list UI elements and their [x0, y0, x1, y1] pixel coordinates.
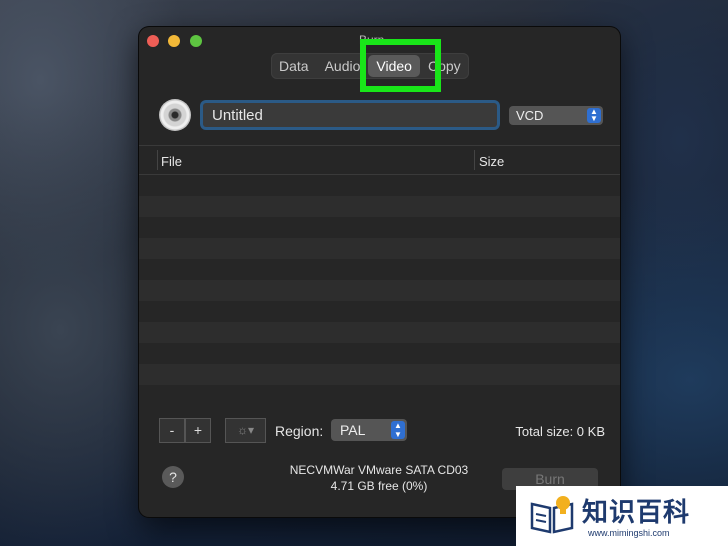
disc-title-input[interactable] — [203, 103, 497, 127]
chevron-updown-icon: ▲ ▼ — [391, 421, 405, 439]
column-divider — [157, 150, 158, 170]
column-size[interactable]: Size — [479, 154, 504, 169]
minimize-button[interactable] — [168, 35, 180, 47]
tab-audio[interactable]: Audio — [317, 53, 369, 79]
tab-data[interactable]: Data — [271, 53, 317, 79]
help-button[interactable]: ? — [162, 466, 184, 488]
file-list-header: File Size — [139, 145, 620, 175]
device-name: NECVMWar VMware SATA CD03 — [289, 463, 469, 477]
watermark: 知识百科 www.mimingshi.com — [516, 486, 728, 546]
column-file[interactable]: File — [161, 154, 182, 169]
remove-button[interactable]: - — [159, 418, 185, 443]
region-label: Region: — [275, 423, 324, 439]
disc-icon — [159, 99, 191, 131]
add-button[interactable]: + — [185, 418, 211, 443]
close-button[interactable] — [147, 35, 159, 47]
action-menu-button[interactable]: ☼▾ — [225, 418, 266, 443]
watermark-title: 知识百科 — [582, 498, 691, 528]
burn-window: Burn Data Audio Video Copy VCD ▲▼ File S… — [139, 27, 620, 517]
column-divider — [474, 150, 475, 170]
total-size: Total size: 0 KB — [515, 424, 605, 439]
region-select-value: PAL — [340, 422, 366, 438]
device-free-space: 4.71 GB free (0%) — [330, 479, 428, 493]
zoom-button[interactable] — [190, 35, 202, 47]
tab-bar: Data Audio Video Copy — [271, 53, 469, 79]
book-bulb-icon — [530, 496, 574, 534]
file-list[interactable] — [139, 175, 620, 405]
region-select[interactable]: PAL ▲ ▼ — [331, 419, 407, 441]
tab-copy[interactable]: Copy — [420, 53, 469, 79]
tab-video[interactable]: Video — [368, 55, 420, 77]
format-select-value: VCD — [516, 108, 544, 123]
watermark-url: www.mimingshi.com — [588, 528, 670, 538]
window-title: Burn — [359, 33, 385, 47]
chevron-updown-icon: ▲ ▼ — [587, 108, 601, 123]
format-select[interactable]: VCD ▲ ▼ — [509, 106, 603, 125]
